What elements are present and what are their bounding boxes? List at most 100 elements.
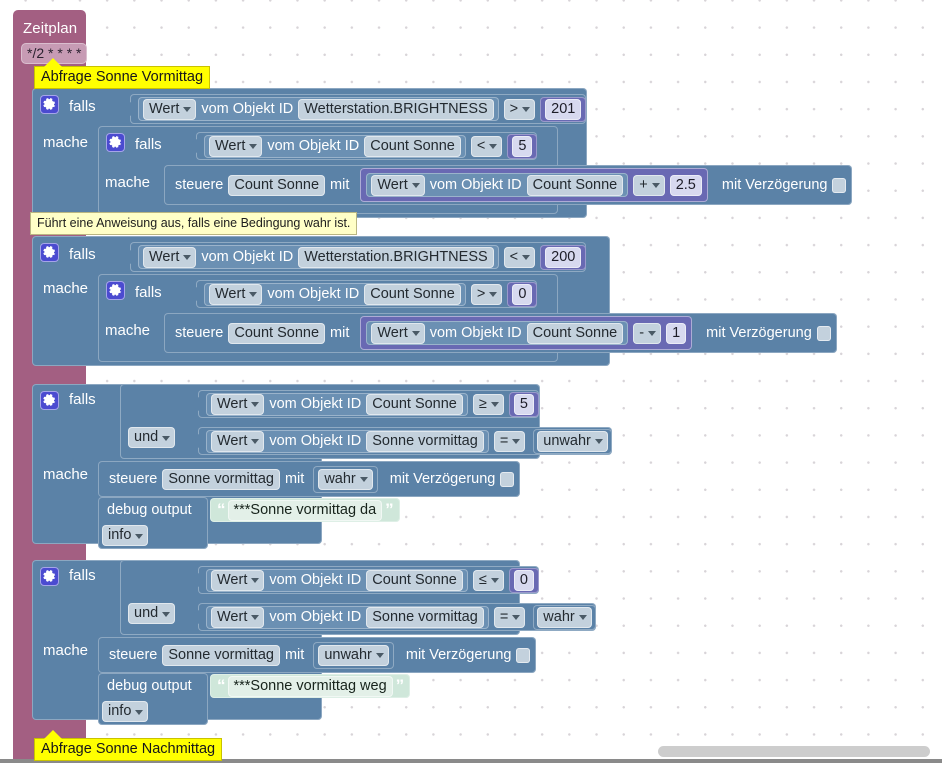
gear-icon[interactable]	[106, 281, 125, 300]
value-type-dropdown-3a[interactable]: Wert	[211, 393, 265, 415]
get-value-block-2b[interactable]: Wert vom Objekt ID Count Sonne	[204, 282, 466, 306]
operator-dropdown-4a[interactable]: ≤	[472, 569, 504, 591]
object-id-field-2[interactable]: Wetterstation.BRIGHTNESS	[298, 246, 494, 268]
compare-block-4b[interactable]: Wert vom Objekt ID Sonne vormittag = wah…	[193, 603, 596, 631]
blockly-workspace[interactable]: Zeitplan */2 * * * * Abfrage Sonne Vormi…	[0, 0, 942, 763]
value-type-dropdown-1b[interactable]: Wert	[209, 135, 263, 157]
value-type-dropdown-3b[interactable]: Wert	[211, 430, 265, 452]
set-target-field-3[interactable]: Sonne vormittag	[162, 468, 280, 490]
object-id-field-1b[interactable]: Count Sonne	[364, 135, 461, 157]
text-block-3[interactable]: “ ***Sonne vormittag da ”	[210, 498, 400, 522]
get-value-block-1[interactable]: Wert vom Objekt ID Wetterstation.BRIGHTN…	[138, 97, 499, 121]
get-value-block-1b[interactable]: Wert vom Objekt ID Count Sonne	[204, 134, 466, 158]
compare-block-2[interactable]: Wert vom Objekt ID Wetterstation.BRIGHTN…	[125, 242, 587, 272]
operator-dropdown-1b[interactable]: <	[470, 135, 503, 157]
set-target-field-2[interactable]: Count Sonne	[228, 322, 326, 344]
math-number-field-2[interactable]: 1	[666, 322, 687, 344]
boolean-block-4[interactable]: unwahr	[313, 641, 394, 669]
compare-block-4a[interactable]: Wert vom Objekt ID Count Sonne ≤ 0	[193, 566, 539, 594]
debug-level-dropdown-4[interactable]: info	[102, 701, 149, 722]
delay-checkbox-2[interactable]	[816, 325, 831, 341]
number-field-3a[interactable]: 5	[513, 393, 534, 415]
boolean-block-3b[interactable]: unwahr	[533, 428, 612, 454]
compare-block-2b[interactable]: Wert vom Objekt ID Count Sonne > 0	[191, 280, 538, 308]
get-value-block-2[interactable]: Wert vom Objekt ID Wetterstation.BRIGHTN…	[138, 245, 499, 269]
logic-operator-dropdown-3[interactable]: und	[128, 427, 176, 448]
number-field-1[interactable]: 201	[545, 98, 582, 120]
compare-block-1b[interactable]: Wert vom Objekt ID Count Sonne < 5	[191, 132, 538, 160]
math-number-field-1[interactable]: 2.5	[669, 174, 702, 196]
operator-dropdown-4b[interactable]: =	[493, 606, 526, 628]
object-id-field-3b[interactable]: Sonne vormittag	[366, 430, 484, 452]
value-type-dropdown-4a[interactable]: Wert	[211, 569, 265, 591]
compare-block-3a[interactable]: Wert vom Objekt ID Count Sonne ≥ 5	[193, 390, 539, 418]
operator-dropdown-3b[interactable]: =	[493, 430, 526, 452]
object-id-field-2b[interactable]: Count Sonne	[364, 283, 461, 305]
number-block-2[interactable]: 200	[540, 244, 587, 270]
set-target-field-4[interactable]: Sonne vormittag	[162, 644, 280, 666]
debug-output-block-3[interactable]: debug output info	[98, 497, 208, 549]
object-id-field-1c[interactable]: Count Sonne	[526, 174, 624, 196]
get-value-block-2c[interactable]: Wert vom Objekt ID Count Sonne	[366, 321, 629, 345]
set-state-block-2[interactable]: steuere Count Sonne mit Wert vom Objekt …	[164, 313, 837, 353]
operator-dropdown-1[interactable]: >	[503, 98, 536, 120]
operator-dropdown-2[interactable]: <	[503, 246, 536, 268]
get-value-block-3a[interactable]: Wert vom Objekt ID Count Sonne	[206, 392, 468, 416]
number-block-3a[interactable]: 5	[508, 391, 539, 417]
math-op-block-1[interactable]: Wert vom Objekt ID Count Sonne + 2.5	[360, 168, 708, 202]
set-target-field-1[interactable]: Count Sonne	[228, 174, 326, 196]
logic-operator-dropdown-4[interactable]: und	[128, 603, 176, 624]
value-type-dropdown-1c[interactable]: Wert	[371, 174, 425, 196]
text-block-4[interactable]: “ ***Sonne vormittag weg ”	[210, 674, 411, 698]
get-value-block-3b[interactable]: Wert vom Objekt ID Sonne vormittag	[206, 429, 489, 453]
get-value-block-4a[interactable]: Wert vom Objekt ID Count Sonne	[206, 568, 468, 592]
set-state-block-1[interactable]: steuere Count Sonne mit Wert vom Objekt …	[164, 165, 853, 205]
delay-checkbox-3[interactable]	[500, 471, 515, 487]
boolean-dropdown-3b[interactable]: unwahr	[537, 430, 608, 452]
boolean-dropdown-4b[interactable]: wahr	[537, 606, 592, 628]
delay-checkbox-1[interactable]	[832, 177, 847, 193]
object-id-field-4b[interactable]: Sonne vormittag	[366, 606, 484, 628]
number-field-2b[interactable]: 0	[512, 283, 533, 305]
comment-top[interactable]: Abfrage Sonne Vormittag	[34, 58, 211, 89]
comment-bottom[interactable]: Abfrage Sonne Nachmittag	[34, 730, 223, 761]
operator-dropdown-2b[interactable]: >	[470, 283, 503, 305]
gear-icon[interactable]	[40, 391, 59, 410]
number-field-2[interactable]: 200	[545, 246, 582, 268]
boolean-dropdown-4[interactable]: unwahr	[318, 644, 389, 666]
set-state-block-4[interactable]: steuere Sonne vormittag mit unwahr mit V…	[98, 637, 537, 673]
operator-dropdown-3a[interactable]: ≥	[472, 393, 504, 415]
number-block-1[interactable]: 201	[540, 96, 587, 122]
delay-checkbox-4[interactable]	[516, 647, 531, 663]
number-block-1b[interactable]: 5	[507, 133, 538, 159]
compare-block-3b[interactable]: Wert vom Objekt ID Sonne vormittag = unw…	[193, 427, 612, 455]
value-type-dropdown-2[interactable]: Wert	[143, 246, 197, 268]
number-field-4a[interactable]: 0	[513, 569, 534, 591]
compare-block-1[interactable]: Wert vom Objekt ID Wetterstation.BRIGHTN…	[125, 94, 587, 124]
boolean-block-4b[interactable]: wahr	[533, 604, 596, 630]
gear-icon[interactable]	[40, 243, 59, 262]
value-type-dropdown-4b[interactable]: Wert	[211, 606, 265, 628]
horizontal-scrollbar-thumb[interactable]	[658, 746, 930, 757]
boolean-dropdown-3[interactable]: wahr	[318, 468, 373, 490]
gear-icon[interactable]	[40, 567, 59, 586]
debug-text-field-3[interactable]: ***Sonne vormittag da	[227, 499, 383, 521]
math-operator-dropdown-1[interactable]: +	[633, 174, 665, 196]
number-block-4a[interactable]: 0	[508, 567, 539, 593]
set-state-block-3[interactable]: steuere Sonne vormittag mit wahr mit Ver…	[98, 461, 521, 497]
object-id-field-4a[interactable]: Count Sonne	[366, 569, 463, 591]
value-type-dropdown-2c[interactable]: Wert	[371, 322, 425, 344]
number-field-1b[interactable]: 5	[512, 135, 533, 157]
object-id-field-2c[interactable]: Count Sonne	[526, 322, 624, 344]
boolean-block-3[interactable]: wahr	[313, 465, 378, 493]
gear-icon[interactable]	[40, 95, 59, 114]
value-type-dropdown-2b[interactable]: Wert	[209, 283, 263, 305]
object-id-field-1[interactable]: Wetterstation.BRIGHTNESS	[298, 98, 494, 120]
number-block-2b[interactable]: 0	[507, 281, 538, 307]
debug-output-block-4[interactable]: debug output info	[98, 673, 208, 725]
get-value-block-1c[interactable]: Wert vom Objekt ID Count Sonne	[366, 173, 629, 197]
debug-text-field-4[interactable]: ***Sonne vormittag weg	[227, 675, 393, 697]
value-type-dropdown-1[interactable]: Wert	[143, 98, 197, 120]
get-value-block-4b[interactable]: Wert vom Objekt ID Sonne vormittag	[206, 605, 489, 629]
object-id-field-3a[interactable]: Count Sonne	[366, 393, 463, 415]
